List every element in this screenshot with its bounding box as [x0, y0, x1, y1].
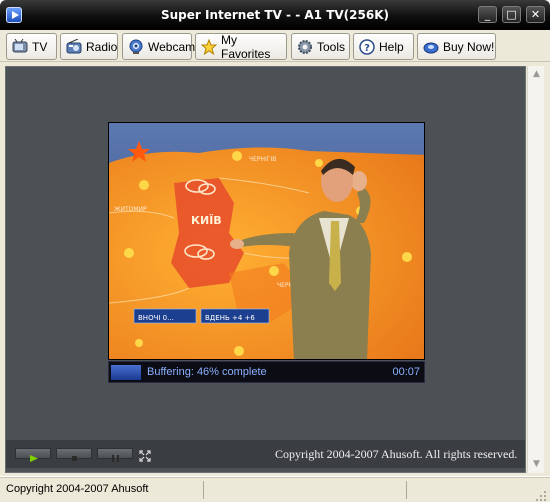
status-divider — [406, 481, 407, 499]
webcam-button[interactable]: Webcam — [122, 33, 196, 60]
toolbar: TV Radio Webcam My Favorites Tools ? Hel… — [0, 30, 550, 62]
status-bar: Copyright 2004-2007 Ahusoft — [0, 477, 550, 502]
radio-icon — [66, 38, 82, 55]
webcam-icon — [128, 39, 144, 55]
help-icon: ? — [359, 38, 375, 55]
region-label-1: ЧЕРНІГІВ — [249, 156, 276, 163]
status-divider — [203, 481, 204, 499]
pause-button[interactable] — [97, 448, 133, 462]
buffer-status-strip: Buffering: 46% complete 00:07 — [108, 361, 425, 383]
webcam-label: Webcam — [148, 39, 196, 54]
minimize-button[interactable]: _ — [478, 6, 497, 23]
ticker-day: ВДЕНЬ +4 +6 — [205, 314, 255, 322]
star-icon — [200, 38, 218, 55]
tools-label: Tools — [317, 39, 346, 54]
title-bar[interactable]: Super Internet TV - - A1 TV(256K) _ □ ✕ — [0, 0, 550, 30]
buy-now-label: Buy Now! — [443, 39, 495, 54]
player-copyright: Copyright 2004-2007 Ahusoft. All rights … — [275, 447, 518, 461]
city-label: КИЇВ — [191, 213, 222, 227]
svg-text:?: ? — [364, 43, 370, 54]
video-frame[interactable]: КИЇВ ЧЕРНІГІВ ЖИТОМИР ЧЕРКАСИ ВНОЧІ 0...… — [108, 122, 425, 360]
close-button[interactable]: ✕ — [526, 6, 545, 23]
scroll-up-icon[interactable]: ▲ — [530, 68, 543, 81]
region-label-2: ЖИТОМИР — [114, 206, 147, 213]
help-label: Help — [379, 39, 404, 54]
tv-button[interactable]: TV — [6, 33, 57, 60]
gear-icon — [297, 39, 313, 55]
maximize-button[interactable]: □ — [502, 6, 521, 23]
radio-label: Radio — [86, 39, 118, 54]
tv-icon — [12, 38, 28, 55]
tv-label: TV — [32, 39, 48, 54]
scroll-down-icon[interactable]: ▼ — [530, 458, 543, 471]
vertical-scrollbar[interactable]: ▲ ▼ — [527, 66, 544, 473]
tools-button[interactable]: Tools — [291, 33, 350, 60]
ticker-night: ВНОЧІ 0... — [138, 314, 174, 322]
play-button[interactable] — [15, 448, 51, 462]
stop-button[interactable] — [56, 448, 92, 461]
help-button[interactable]: ? Help — [353, 33, 414, 60]
buffer-progress-indicator — [111, 365, 141, 380]
radio-button[interactable]: Radio — [60, 33, 118, 60]
video-image: КИЇВ ЧЕРНІГІВ ЖИТОМИР ЧЕРКАСИ ВНОЧІ 0...… — [109, 123, 424, 359]
fullscreen-icon[interactable] — [139, 447, 151, 462]
buffer-status-text: Buffering: 46% complete — [147, 366, 267, 378]
favorites-label: My Favorites — [221, 32, 271, 61]
resize-grip-icon[interactable] — [535, 487, 547, 501]
buy-now-button[interactable]: Buy Now! — [417, 33, 496, 60]
status-bar-text: Copyright 2004-2007 Ahusoft — [6, 483, 149, 495]
window-title: Super Internet TV - - A1 TV(256K) — [161, 8, 389, 22]
playback-time: 00:07 — [392, 366, 420, 378]
favorites-button[interactable]: My Favorites — [195, 32, 287, 61]
cart-icon — [423, 39, 439, 55]
